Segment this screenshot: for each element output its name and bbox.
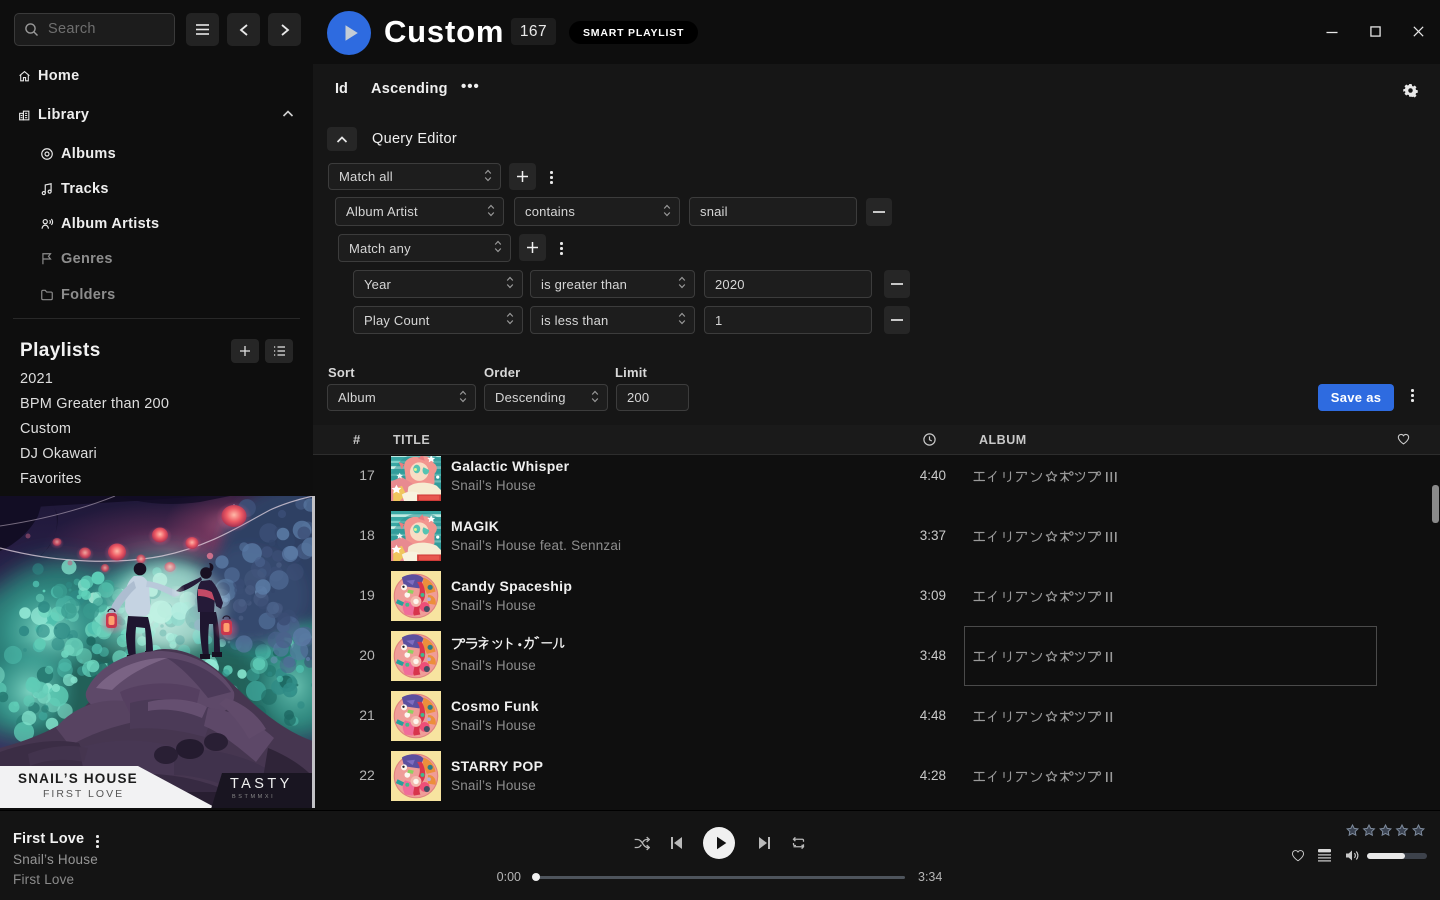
svg-text:SNAIL’S HOUSE: SNAIL’S HOUSE [18,771,138,786]
svg-text:FIRST LOVE: FIRST LOVE [43,788,124,800]
svg-text:TASTY: TASTY [230,776,293,792]
svg-text:BSTMMXI: BSTMMXI [232,794,275,800]
